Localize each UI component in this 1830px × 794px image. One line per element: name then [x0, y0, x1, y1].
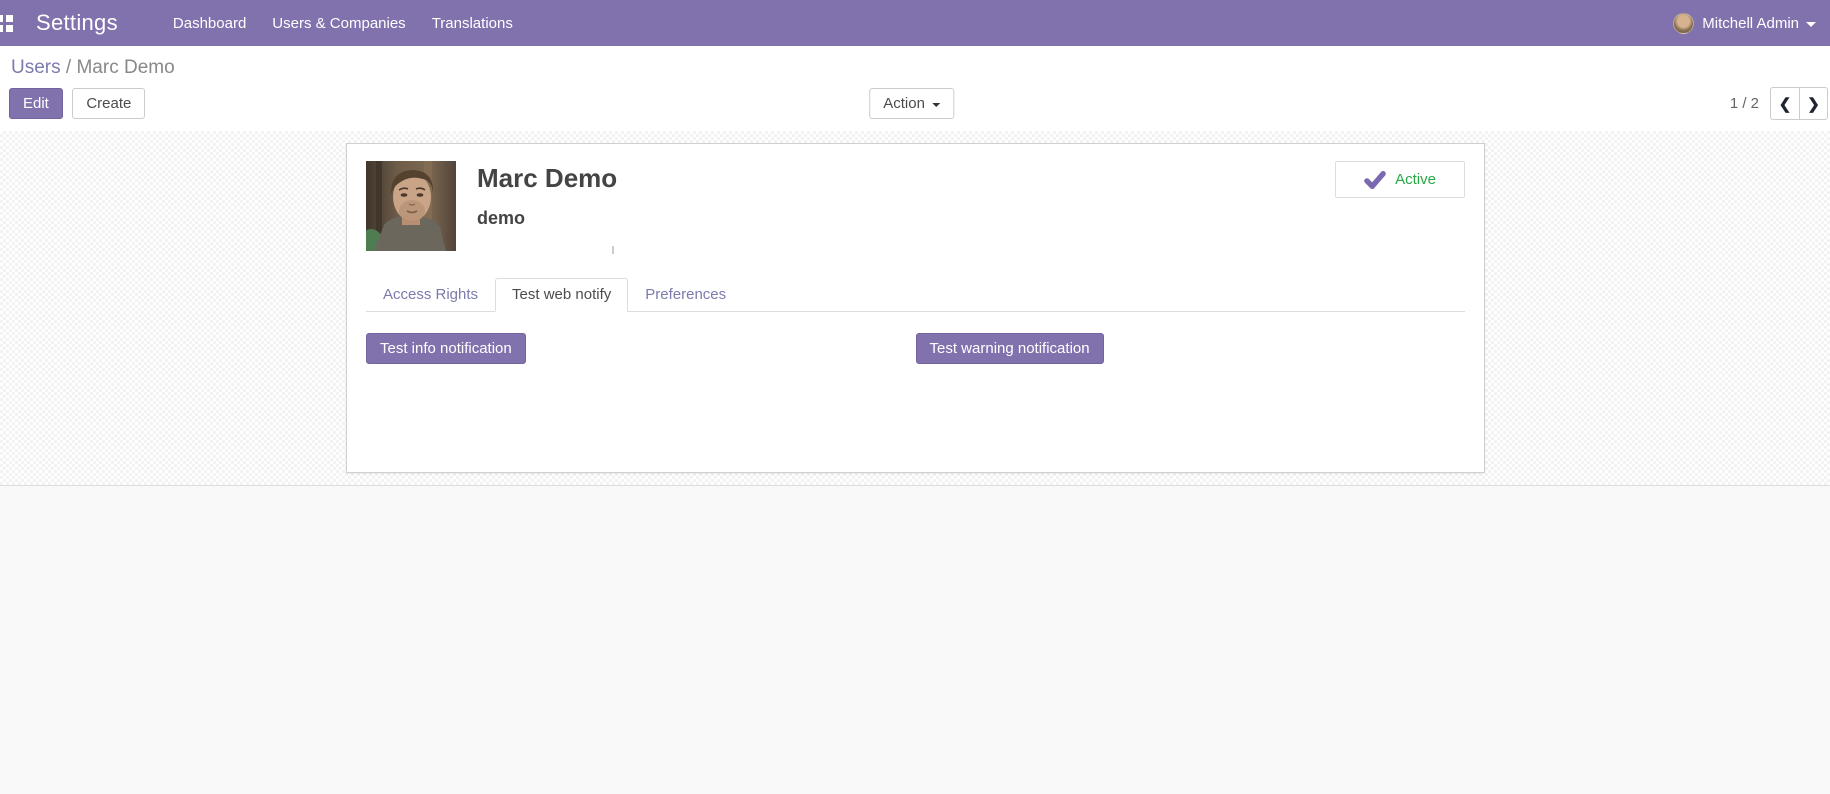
pager-count: 1 / 2	[1729, 95, 1759, 112]
status-badge-label: Active	[1395, 171, 1436, 188]
breadcrumb-current: Marc Demo	[76, 57, 175, 78]
test-info-notification-button[interactable]: Test info notification	[366, 333, 526, 364]
top-navbar: Settings Dashboard Users & Companies Tra…	[0, 0, 1830, 46]
pager: 1 / 2 ❮ ❯	[1730, 87, 1828, 120]
chevron-down-icon	[1806, 21, 1816, 27]
nav-menu: Dashboard Users & Companies Translations	[160, 1, 526, 46]
record-login: demo	[477, 208, 526, 228]
action-dropdown-button[interactable]: Action	[869, 88, 954, 119]
page-footer-area	[0, 485, 1830, 794]
tab-preferences[interactable]: Preferences	[628, 278, 743, 312]
control-panel-buttons: Edit Create Action 1 / 2 ❮ ❯	[0, 87, 1830, 120]
content-area: Marc Demo demo Active Access Rights Test…	[0, 131, 1830, 485]
breadcrumb: Users / Marc Demo	[0, 46, 1830, 79]
nav-item-translations[interactable]: Translations	[419, 1, 526, 46]
sheet-header: Marc Demo demo Active	[366, 161, 1465, 251]
edit-button[interactable]: Edit	[9, 88, 63, 119]
active-status-button[interactable]: Active	[1335, 161, 1465, 198]
pager-previous-button[interactable]: ❮	[1770, 87, 1799, 120]
title-block: Marc Demo demo	[477, 161, 617, 229]
check-icon	[1364, 170, 1386, 189]
empty-field-marker	[612, 246, 614, 254]
pager-next-button[interactable]: ❯	[1799, 87, 1828, 120]
action-label: Action	[883, 95, 925, 112]
user-form-sheet: Marc Demo demo Active Access Rights Test…	[346, 143, 1485, 473]
chevron-down-icon	[931, 102, 940, 107]
notebook-tabs: Access Rights Test web notify Preference…	[366, 278, 1465, 312]
user-avatar	[1673, 12, 1695, 34]
nav-item-dashboard[interactable]: Dashboard	[160, 1, 259, 46]
tab-content: Test info notification Test warning noti…	[366, 312, 1465, 364]
breadcrumb-users-link[interactable]: Users	[11, 57, 61, 78]
tab-test-web-notify[interactable]: Test web notify	[495, 278, 629, 312]
user-photo[interactable]	[366, 161, 456, 251]
apps-grid-icon[interactable]	[0, 15, 13, 32]
tab-access-rights[interactable]: Access Rights	[366, 278, 495, 312]
nav-item-users-companies[interactable]: Users & Companies	[259, 1, 418, 46]
pager-buttons: ❮ ❯	[1770, 87, 1828, 120]
app-title[interactable]: Settings	[36, 10, 118, 36]
user-name: Mitchell Admin	[1702, 14, 1799, 32]
record-title: Marc Demo	[477, 163, 618, 193]
control-panel: Users / Marc Demo Edit Create Action 1 /…	[0, 46, 1830, 131]
test-warning-notification-button[interactable]: Test warning notification	[915, 333, 1104, 364]
create-button[interactable]: Create	[72, 88, 146, 119]
portrait-image	[366, 161, 456, 251]
breadcrumb-separator: /	[65, 57, 77, 78]
user-menu[interactable]: Mitchell Admin	[1673, 12, 1830, 34]
